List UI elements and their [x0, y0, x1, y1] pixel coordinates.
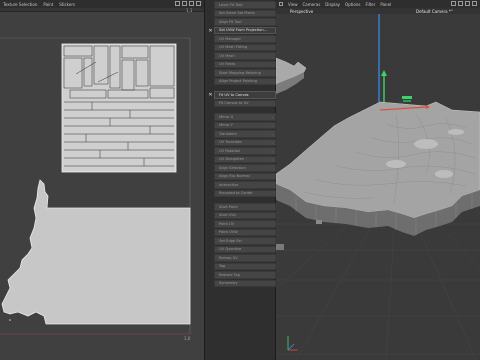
- command-fit-uv-to-canvas[interactable]: ✕ Fit UV to Canvas: [208, 91, 276, 99]
- command-uv-fields[interactable]: UV Fields: [214, 60, 276, 68]
- command-set-edge-sel[interactable]: Set Edge Sel: [214, 237, 276, 245]
- zoom-icon[interactable]: [458, 1, 463, 6]
- command-uv-rotation[interactable]: UV Rotation ›: [214, 147, 276, 155]
- close-icon: ✕: [208, 92, 213, 98]
- command-align-fit[interactable]: Align Fit Tool: [214, 18, 276, 26]
- terrain-debris: [276, 244, 284, 250]
- command-paint-uvw[interactable]: Paint UVW: [214, 228, 276, 236]
- uv-commands-list: Layer Fit Tool Set Same Set Pixels Align…: [208, 1, 276, 288]
- uv-tick-bottom-right: 1,0: [184, 336, 191, 341]
- viewport-menu-cameras[interactable]: Cameras: [303, 2, 321, 7]
- uv-commands-panel: Layer Fit Tool Set Same Set Pixels Align…: [204, 0, 276, 360]
- uv-tick-top-right: 1,1: [186, 8, 193, 13]
- command-uv-straighten[interactable]: UV Straighten ›: [214, 155, 276, 163]
- command-start-uvs[interactable]: Start UVs: [214, 211, 276, 219]
- command-restore-tag[interactable]: Restore Tag: [214, 271, 276, 279]
- terrain-debris: [316, 220, 322, 224]
- chevron-right-icon: ›: [271, 141, 273, 145]
- command-symmetry[interactable]: Symmetry: [214, 279, 276, 287]
- command-align-flip-normal[interactable]: Align Flip Normal: [214, 172, 276, 180]
- command-tag[interactable]: Tag: [214, 262, 276, 270]
- viewport-canvas[interactable]: [276, 14, 480, 360]
- command-uv-translate[interactable]: UV Translate ›: [214, 138, 276, 146]
- command-interactive[interactable]: Interactive: [214, 181, 276, 189]
- viewport-menu-display[interactable]: Display: [325, 2, 340, 7]
- command-fit-canvas-to-uv[interactable]: Fit Canvas to UV: [214, 99, 276, 107]
- command-remap-uv[interactable]: Remap UV: [214, 254, 276, 262]
- uv-menu-stickers[interactable]: Stickers: [59, 2, 75, 7]
- viewport-scene-svg: [276, 14, 480, 360]
- uv-nav-icons: [175, 1, 201, 6]
- command-align-project[interactable]: Align Project Painting: [214, 77, 276, 85]
- uv-terrain-island: [1, 179, 191, 325]
- viewport-menu-options[interactable]: Options: [345, 2, 360, 7]
- uv-menu-paint[interactable]: Paint: [43, 2, 53, 7]
- command-start-point[interactable]: Start Point: [214, 203, 276, 211]
- viewport-menu-filter[interactable]: Filter: [365, 2, 375, 7]
- fit-icon[interactable]: [189, 1, 194, 6]
- viewport-menubar: View Cameras Display Options Filter Pane…: [276, 0, 480, 8]
- command-layer-fit[interactable]: Layer Fit Tool: [214, 1, 276, 9]
- chevron-right-icon: ›: [271, 115, 273, 120]
- command-transform[interactable]: Transform ›: [214, 130, 276, 138]
- command-set-uvw-from-projection[interactable]: ✕ Set UVW From Projection...: [208, 26, 276, 34]
- uv-plank-island: [61, 43, 177, 173]
- uv-menu-texture[interactable]: Texture Selection: [3, 2, 37, 7]
- chevron-right-icon: ›: [271, 149, 273, 154]
- command-uv-mesh[interactable]: UV Mesh: [214, 52, 276, 60]
- rotate-icon[interactable]: [465, 1, 470, 6]
- viewport-nav-icons: [451, 1, 477, 6]
- pan-icon[interactable]: [175, 1, 180, 6]
- command-set-same[interactable]: Set Same Set Pixels: [214, 9, 276, 17]
- command-align-selection[interactable]: Align Selection: [214, 164, 276, 172]
- command-uv-mesh-fitting[interactable]: UV Mesh Fitting: [214, 43, 276, 51]
- maximize-icon[interactable]: [472, 1, 477, 6]
- uv-islands-svg: [0, 37, 191, 335]
- command-paint-uv[interactable]: Paint UV: [214, 220, 276, 228]
- command-rounded-to-center[interactable]: Rounded to Center: [214, 189, 276, 197]
- chevron-right-icon: ›: [271, 124, 273, 128]
- world-axis-gizmo: [287, 336, 298, 351]
- move-icon[interactable]: [451, 1, 456, 6]
- maximize-icon[interactable]: [196, 1, 201, 6]
- zoom-icon[interactable]: [182, 1, 187, 6]
- uv-menubar: Texture Selection Paint Stickers: [0, 0, 204, 8]
- uv-canvas[interactable]: 1,1 1,0: [0, 8, 204, 360]
- close-icon: ✕: [208, 27, 213, 34]
- viewport-menu-view[interactable]: View: [288, 2, 298, 7]
- command-mirror-x[interactable]: Mirror X ›: [214, 113, 276, 121]
- perspective-viewport-panel: View Cameras Display Options Filter Pane…: [276, 0, 480, 360]
- command-uv-manager[interactable]: UV Manager: [214, 35, 276, 43]
- chevron-right-icon: ›: [271, 158, 273, 162]
- viewport-menu-icon[interactable]: [279, 2, 283, 6]
- terrain-mesh: [276, 101, 480, 219]
- command-start-mapping[interactable]: Start Mapping Relaxing: [214, 69, 276, 77]
- chevron-right-icon: ›: [271, 132, 273, 137]
- command-mirror-y[interactable]: Mirror Y ›: [214, 121, 276, 129]
- viewport-menu-panel[interactable]: Panel: [380, 2, 391, 7]
- command-uv-quantize[interactable]: UV Quantize: [214, 245, 276, 253]
- uv-editor-panel: Texture Selection Paint Stickers 1,1 1,0: [0, 0, 204, 360]
